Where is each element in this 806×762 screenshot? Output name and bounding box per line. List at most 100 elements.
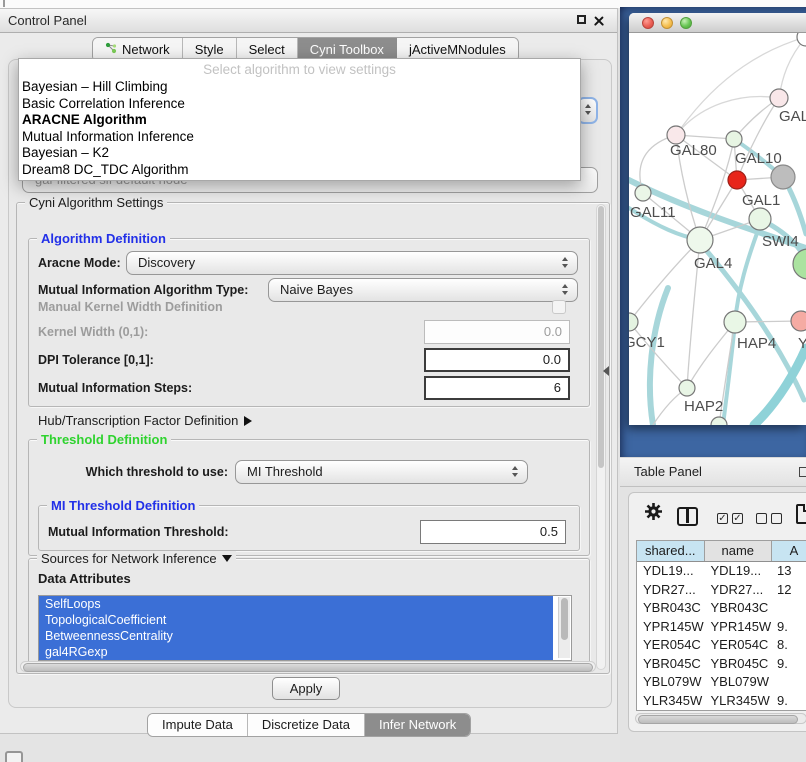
hub-definition-toggle[interactable]: Hub/Transcription Factor Definition: [38, 409, 252, 433]
checked-checkbox-icon[interactable]: ✓: [732, 513, 743, 524]
node-label-gal11: GAL11: [630, 204, 676, 221]
table-row[interactable]: YPR145WYPR145W9.: [637, 618, 806, 637]
table-row[interactable]: YBR043CYBR043C: [637, 599, 806, 618]
network-node-y[interactable]: [791, 311, 806, 331]
scrollbar-thumb[interactable]: [638, 715, 798, 724]
node-table[interactable]: shared...nameA YDL19...YDL19...13YDR27..…: [636, 540, 806, 711]
network-node-hap2[interactable]: [679, 380, 695, 396]
table-row[interactable]: YER054CYER054C8.: [637, 636, 806, 655]
attribute-item-selfloops[interactable]: SelfLoops: [39, 596, 553, 612]
which-threshold-combobox[interactable]: MI Threshold: [235, 460, 528, 484]
network-node[interactable]: [797, 33, 806, 46]
list-vertical-scrollbar[interactable]: [558, 597, 570, 658]
sources-group-title[interactable]: Sources for Network Inference: [37, 551, 236, 566]
table-cell: YBR045C: [705, 655, 773, 674]
network-window-titlebar[interactable]: [629, 13, 806, 33]
network-window[interactable]: GALGAL80GAL10GAL11GAL1GAL4SWI4GCY1HAP4YH…: [629, 13, 806, 425]
settings-horizontal-scrollbar[interactable]: [20, 661, 596, 672]
table-row[interactable]: YLR345WYLR345W9.: [637, 692, 806, 711]
table-row[interactable]: YDL19...YDL19...13: [637, 562, 806, 581]
close-icon[interactable]: [593, 15, 605, 27]
table-cell: 9.: [772, 655, 806, 674]
mi-type-combobox[interactable]: Naive Bayes: [268, 278, 578, 302]
scrollbar-thumb[interactable]: [23, 663, 593, 672]
app-root: Control Panel NetworkStyleSelectCyni Too…: [0, 0, 806, 762]
tab-infer-network[interactable]: Infer Network: [365, 714, 470, 736]
settings-vertical-scrollbar[interactable]: [596, 204, 606, 670]
tab-label: Cyni Toolbox: [310, 42, 384, 57]
collapsed-panel-icon[interactable]: [5, 751, 23, 762]
minimize-traffic-light-icon[interactable]: [661, 17, 673, 29]
table-horizontal-scrollbar[interactable]: [635, 713, 806, 724]
which-threshold-value: MI Threshold: [247, 464, 323, 479]
dpi-tolerance-field[interactable]: 0.0: [424, 348, 570, 372]
pane-splitter-arrow-icon[interactable]: [603, 366, 609, 376]
node-label-gal1: GAL1: [742, 192, 780, 209]
network-node[interactable]: [728, 171, 746, 189]
network-node-hap4[interactable]: [724, 311, 746, 333]
algorithm-dropdown-popup: Select algorithm to view settings Bayesi…: [18, 58, 581, 181]
aracne-mode-combobox[interactable]: Discovery: [126, 251, 578, 275]
algorithm-option-bayesian-hill-climbing[interactable]: Bayesian – Hill Climbing: [19, 79, 580, 96]
network-node-gal1[interactable]: [749, 208, 771, 230]
table-row[interactable]: YBR045CYBR045C9.: [637, 655, 806, 674]
manual-kernel-checkbox[interactable]: [552, 300, 566, 314]
scrollbar-thumb[interactable]: [598, 206, 604, 468]
columns-icon[interactable]: [677, 507, 698, 526]
network-node-gal4[interactable]: [687, 227, 713, 253]
attribute-item-topologicalcoefficient[interactable]: TopologicalCoefficient: [39, 612, 553, 628]
scrollbar-thumb[interactable]: [561, 598, 568, 640]
algorithm-option-basic-correlation-inference[interactable]: Basic Correlation Inference: [19, 96, 580, 113]
kernel-width-field[interactable]: 0.0: [424, 320, 570, 344]
table-float-icon[interactable]: [799, 467, 806, 477]
checked-checkbox-icon[interactable]: ✓: [717, 513, 728, 524]
threshold-definition-title: Threshold Definition: [37, 432, 171, 447]
attribute-item-gal4rgexp[interactable]: gal4RGexp: [39, 644, 553, 660]
table-cell: YLR345W: [637, 692, 705, 711]
algorithm-option-bayesian-k2[interactable]: Bayesian – K2: [19, 145, 580, 162]
network-node-gcy1[interactable]: [629, 313, 638, 331]
network-node-gal11[interactable]: [635, 185, 651, 201]
network-node-gal[interactable]: [770, 89, 788, 107]
attribute-item-betweennesscentrality[interactable]: BetweennessCentrality: [39, 628, 553, 644]
file-icon[interactable]: [796, 504, 806, 524]
cyni-settings-title: Cyni Algorithm Settings: [25, 195, 167, 210]
column-header-shared-[interactable]: shared...: [637, 541, 705, 561]
algorithm-option-mutual-information-inference[interactable]: Mutual Information Inference: [19, 129, 580, 146]
table-row[interactable]: YDR27...YDR27...12: [637, 581, 806, 600]
float-window-icon[interactable]: [577, 15, 586, 24]
dpi-tolerance-label: DPI Tolerance [0,1]:: [38, 348, 154, 372]
node-label-gal80: GAL80: [670, 142, 717, 159]
zoom-traffic-light-icon[interactable]: [680, 17, 692, 29]
gear-icon[interactable]: [644, 502, 663, 521]
collapsed-arrow-icon: [244, 416, 252, 426]
network-graph[interactable]: GALGAL80GAL10GAL11GAL1GAL4SWI4GCY1HAP4YH…: [629, 33, 806, 425]
node-label-hap4: HAP4: [737, 335, 776, 352]
column-header-a[interactable]: A: [772, 541, 806, 561]
aracne-mode-label: Aracne Mode:: [38, 251, 121, 275]
tab-impute-data[interactable]: Impute Data: [148, 714, 248, 736]
network-node[interactable]: [771, 165, 795, 189]
table-cell: YDL19...: [705, 562, 773, 581]
table-header-row: shared...nameA: [637, 541, 806, 562]
table-cell: 12: [772, 581, 806, 600]
combo-arrows-icon: [585, 104, 591, 115]
mi-steps-field[interactable]: 6: [424, 376, 570, 400]
table-row[interactable]: YIL052CYIL052C9.: [637, 710, 806, 711]
column-header-name[interactable]: name: [705, 541, 773, 561]
network-node-gal10[interactable]: [726, 131, 742, 147]
network-node-swi4[interactable]: [793, 249, 806, 279]
unchecked-checkbox-icon[interactable]: [756, 513, 767, 524]
data-attributes-list[interactable]: SelfLoopsTopologicalCoefficientBetweenne…: [38, 595, 572, 661]
kernel-width-label: Kernel Width (0,1):: [38, 320, 148, 344]
mi-threshold-field[interactable]: 0.5: [420, 520, 566, 544]
apply-button[interactable]: Apply: [272, 677, 340, 700]
table-row[interactable]: YBL079WYBL079W: [637, 673, 806, 692]
algorithm-option-aracne-algorithm[interactable]: ARACNE Algorithm: [19, 112, 580, 129]
tab-discretize-data[interactable]: Discretize Data: [248, 714, 365, 736]
close-traffic-light-icon[interactable]: [642, 17, 654, 29]
table-cell: YPR145W: [637, 618, 705, 637]
algorithm-option-dream8-dc-tdc-algorithm[interactable]: Dream8 DC_TDC Algorithm: [19, 162, 580, 179]
unchecked-checkbox-icon[interactable]: [771, 513, 782, 524]
table-cell: YIL052C: [637, 710, 705, 711]
